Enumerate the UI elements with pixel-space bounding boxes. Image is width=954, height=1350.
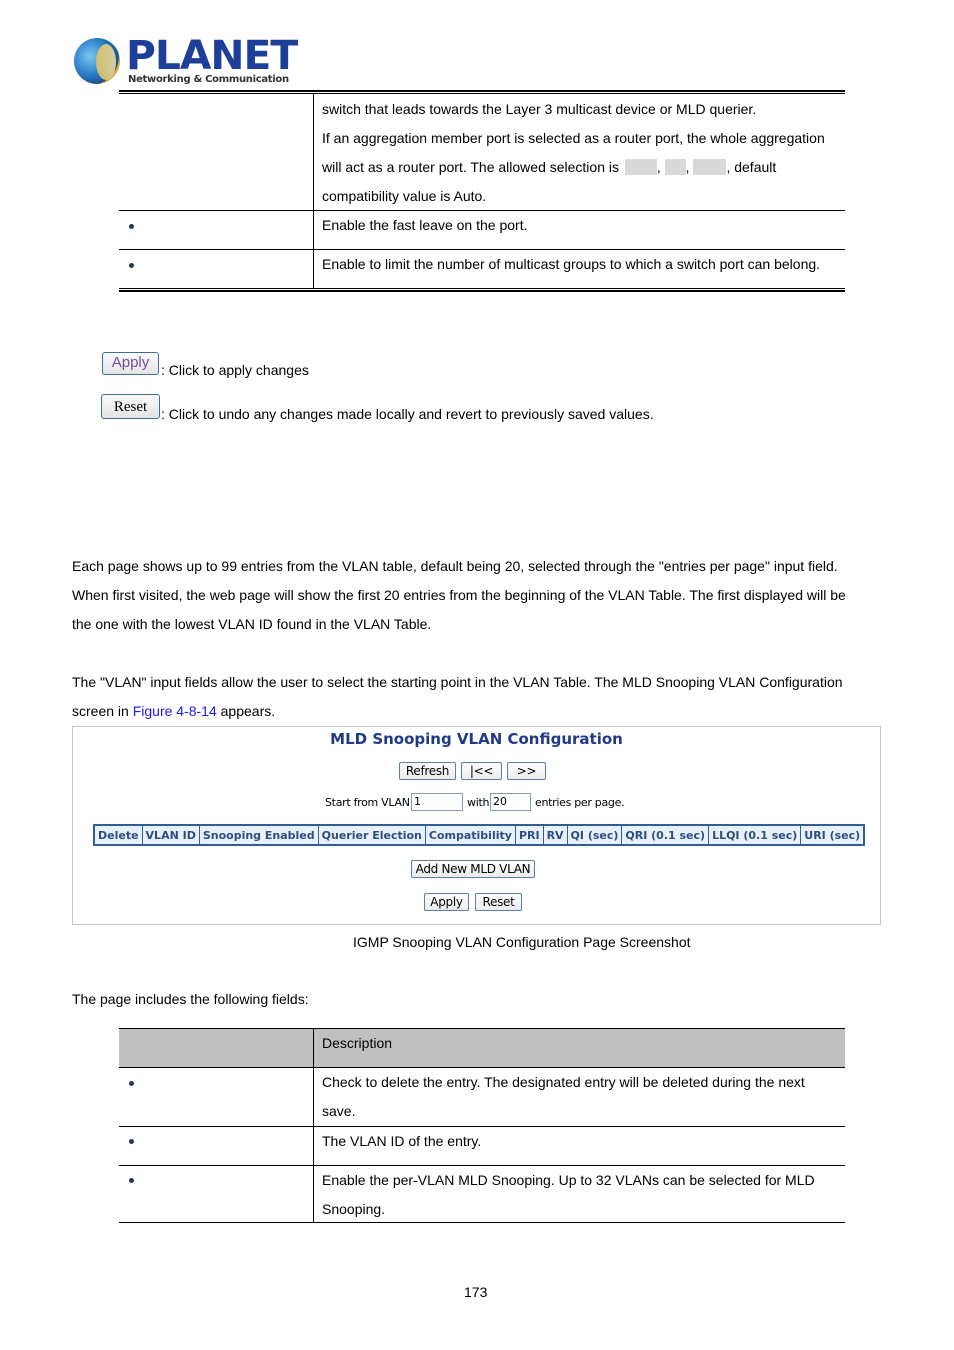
table-top-rule [119, 90, 845, 92]
column-divider [313, 94, 314, 289]
column-header: Querier Election [317, 824, 426, 846]
description-header: Description [322, 1035, 393, 1051]
table-row: Enable to limit the number of multicast … [322, 256, 821, 272]
table-row: switch that leads towards the Layer 3 mu… [322, 95, 825, 211]
column-header: PRI [514, 824, 544, 846]
table-bottom-rule-inner [119, 288, 845, 289]
reset-button[interactable]: Reset [475, 893, 522, 911]
table-header-row [119, 1028, 845, 1067]
next-page-button[interactable]: >> [507, 762, 546, 780]
bullet-icon [129, 224, 134, 229]
bullet-icon [129, 1139, 134, 1144]
start-vlan-input[interactable]: 1 [411, 793, 463, 811]
paragraph-line: The "VLAN" input fields allow the user t… [72, 674, 843, 690]
paragraph-line: When first visited, the web page will sh… [72, 587, 846, 603]
paragraph-line: screen in Figure 4-8-14 appears. [72, 703, 276, 719]
globe-icon [74, 38, 120, 84]
redacted-option [664, 159, 686, 175]
cell-line: compatibility value is Auto. [322, 188, 487, 204]
figure-caption: IGMP Snooping VLAN Configuration Page Sc… [353, 934, 691, 950]
add-new-mld-vlan-button[interactable]: Add New MLD VLAN [411, 860, 535, 878]
mld-vlan-table: Delete VLAN ID Snooping Enabled Querier … [93, 824, 866, 846]
refresh-button[interactable]: Refresh [399, 762, 456, 780]
column-header: RV [542, 824, 568, 846]
column-header: QRI (0.1 sec) [621, 824, 710, 846]
bullet-icon [129, 1081, 134, 1086]
entries-per-page-label: entries per page. [535, 796, 625, 809]
apply-button[interactable]: Apply [424, 893, 469, 911]
table-row: Check to delete the entry. The designate… [322, 1074, 805, 1119]
apply-description: : Click to apply changes [161, 362, 309, 378]
planet-logo: PLANET Networking & Communication [72, 36, 298, 90]
mld-vlan-config-screenshot: MLD Snooping VLAN Configuration Refresh … [72, 726, 881, 925]
column-header: QI (sec) [566, 824, 623, 846]
entries-per-page-input[interactable]: 20 [490, 793, 531, 811]
start-from-label: Start from VLAN [325, 796, 410, 809]
column-header: URI (sec) [800, 824, 865, 846]
with-label: with [467, 796, 490, 809]
first-page-button[interactable]: |<< [461, 762, 502, 780]
reset-description: : Click to undo any changes made locally… [161, 406, 654, 422]
column-header: Compatibility [424, 824, 516, 846]
brand-name: PLANET [126, 33, 298, 79]
table-bottom-rule [119, 290, 845, 292]
cell-line: switch that leads towards the Layer 3 mu… [322, 101, 757, 117]
column-header: Snooping Enabled [198, 824, 319, 846]
column-header: Delete [93, 824, 143, 846]
table-bottom-rule [119, 1222, 845, 1223]
row-divider [119, 1126, 845, 1127]
table-top-rule-inner [119, 93, 845, 94]
column-header: VLAN ID [141, 824, 200, 846]
table-header-row: Delete VLAN ID Snooping Enabled Querier … [93, 824, 865, 846]
cell-line: If an aggregation member port is selecte… [322, 130, 825, 146]
figure-link[interactable]: Figure 4-8-14 [133, 703, 217, 719]
redacted-option [624, 159, 657, 175]
table-row: Enable the per-VLAN MLD Snooping. Up to … [322, 1172, 815, 1217]
page-number: 173 [464, 1284, 488, 1300]
table-row: The VLAN ID of the entry. [322, 1133, 482, 1149]
bullet-icon [129, 1178, 134, 1183]
column-header: LLQI (0.1 sec) [708, 824, 802, 846]
screenshot-title: MLD Snooping VLAN Configuration [330, 730, 623, 748]
brand-tagline: Networking & Communication [128, 74, 289, 85]
redacted-option [693, 159, 727, 175]
reset-button-image: Reset [101, 394, 160, 419]
table-top-rule [119, 1028, 845, 1029]
bullet-icon [129, 263, 134, 268]
cell-line: will act as a router port. The allowed s… [322, 159, 777, 175]
table-row: Enable the fast leave on the port. [322, 217, 528, 233]
paragraph-line: the one with the lowest VLAN ID found in… [72, 616, 432, 632]
paragraph-line: Each page shows up to 99 entries from th… [72, 558, 838, 574]
apply-button-image: Apply [102, 352, 159, 375]
fields-intro: The page includes the following fields: [72, 991, 309, 1007]
